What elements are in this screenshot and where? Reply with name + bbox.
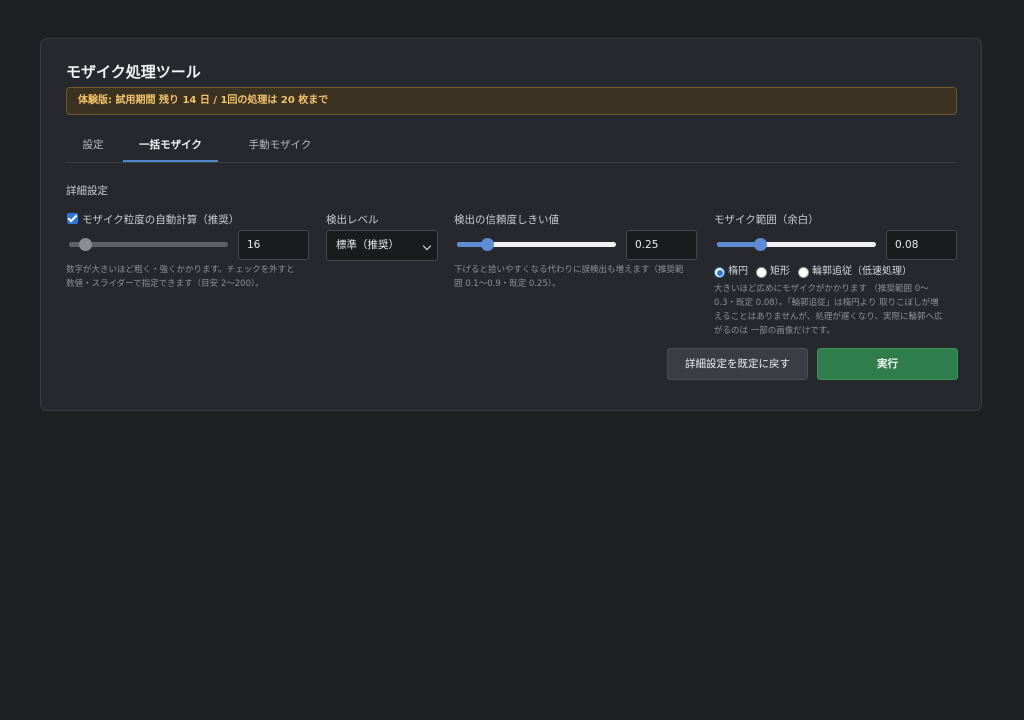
auto-granularity-label: モザイク粒度の自動計算（推奨） xyxy=(82,214,240,226)
run-button[interactable]: 実行 xyxy=(817,348,958,380)
confidence-label: 検出の信頼度しきい値 xyxy=(454,214,559,226)
page-title: モザイク処理ツール xyxy=(66,63,201,81)
mosaic-range-help: 大きいほど広めにモザイクがかかります （推奨範囲 0〜 0.3・既定 0.08）… xyxy=(714,284,943,336)
tab-settings[interactable]: 設定 xyxy=(71,131,115,161)
confidence-slider-thumb[interactable] xyxy=(481,238,495,251)
chevron-down-icon xyxy=(422,241,432,251)
confidence-help: 下げると拾いやすくなる代わりに誤検出も増えます（推奨範 囲 0.1〜0.9・既定… xyxy=(454,265,684,289)
granularity-input[interactable]: 16 xyxy=(238,230,309,260)
confidence-input[interactable]: 0.25 xyxy=(626,230,697,260)
detection-level-label: 検出レベル xyxy=(326,214,379,226)
tab-manual-mosaic[interactable]: 手動モザイク xyxy=(226,131,334,161)
mosaic-range-slider-thumb[interactable] xyxy=(753,238,767,251)
mosaic-range-input[interactable]: 0.08 xyxy=(886,230,957,260)
tab-batch-mosaic[interactable]: 一括モザイク xyxy=(123,131,218,162)
detection-level-select[interactable]: 標準（推奨） xyxy=(326,230,438,261)
granularity-slider[interactable] xyxy=(69,238,228,251)
tab-bar: 設定 一括モザイク 手動モザイク xyxy=(66,131,957,163)
granularity-help: 数字が大きいほど粗く・強くかかります。チェックを外すと 数値・スライダーで指定で… xyxy=(66,265,295,289)
reset-defaults-button[interactable]: 詳細設定を既定に戻す xyxy=(667,348,808,380)
granularity-slider-thumb[interactable] xyxy=(78,238,92,251)
trial-notice-banner: 体験版: 試用期間 残り 14 日 / 1回の処理は 20 枚まで xyxy=(66,87,957,115)
confidence-slider[interactable] xyxy=(457,238,616,251)
auto-granularity-checkbox[interactable] xyxy=(67,213,78,224)
mosaic-tool-panel: モザイク処理ツール 体験版: 試用期間 残り 14 日 / 1回の処理は 20 … xyxy=(40,38,982,411)
detail-settings-heading: 詳細設定 xyxy=(66,185,108,197)
mosaic-range-label: モザイク範囲（余白） xyxy=(714,214,819,226)
mosaic-range-slider[interactable] xyxy=(717,238,876,251)
